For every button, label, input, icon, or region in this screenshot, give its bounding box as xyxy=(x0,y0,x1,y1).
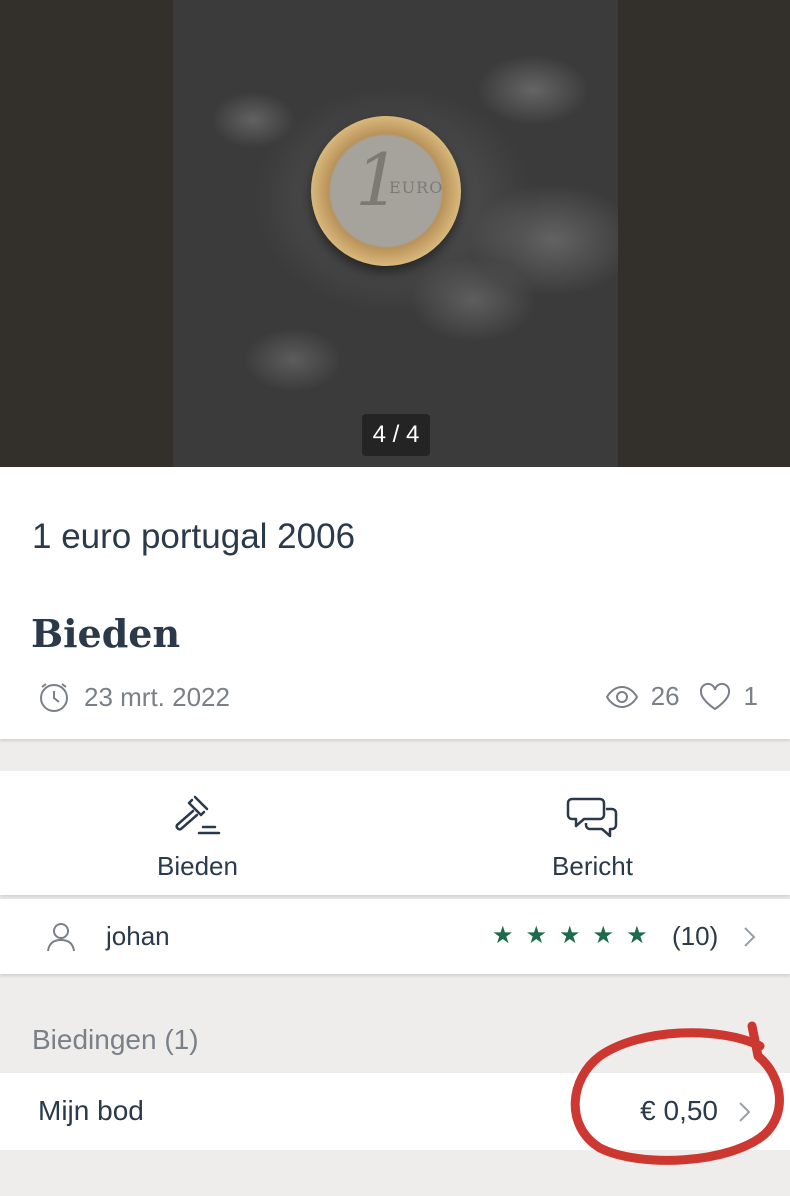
seller-row[interactable]: johan ★★★★★ (10) xyxy=(0,899,790,974)
seller-name: johan xyxy=(106,921,170,951)
listing-header: 1 euro portugal 2006 Bieden 23 mrt. 2022… xyxy=(0,467,790,739)
listing-photo[interactable]: 1 EURO xyxy=(173,0,618,467)
bid-button[interactable]: Bieden xyxy=(0,771,395,895)
action-bar: Bieden Bericht xyxy=(0,771,790,895)
my-bid-row[interactable]: Mijn bod € 0,50 xyxy=(0,1073,790,1150)
message-button-label: Bericht xyxy=(552,851,633,881)
listing-title: 1 euro portugal 2006 xyxy=(32,517,356,556)
chevron-right-icon xyxy=(744,927,756,947)
image-gallery[interactable]: 1 EURO 4 / 4 xyxy=(0,0,790,467)
listing-stats: 26 1 xyxy=(605,681,758,712)
heart-icon[interactable] xyxy=(698,682,732,712)
favorites-count: 1 xyxy=(743,681,758,711)
user-icon xyxy=(47,923,75,952)
listing-date: 23 mrt. 2022 xyxy=(38,681,230,713)
chevron-right-icon xyxy=(739,1102,751,1122)
coin-image: 1 EURO xyxy=(311,116,461,266)
bid-button-label: Bieden xyxy=(157,851,238,881)
image-counter: 4 / 4 xyxy=(362,414,430,456)
views-count: 26 xyxy=(650,681,680,711)
eye-icon xyxy=(605,685,638,708)
chat-icon xyxy=(566,797,617,838)
bids-section-title: Biedingen (1) xyxy=(32,1024,199,1055)
rating-count: (10) xyxy=(672,921,719,951)
gavel-icon xyxy=(174,795,220,835)
my-bid-value: € 0,50 xyxy=(640,1095,718,1126)
rating-stars: ★★★★★ xyxy=(492,922,660,949)
message-button[interactable]: Bericht xyxy=(395,771,790,895)
date-text: 23 mrt. 2022 xyxy=(84,681,230,712)
price-type: Bieden xyxy=(31,611,181,656)
clock-icon xyxy=(40,683,68,712)
my-bid-label: Mijn bod xyxy=(38,1095,144,1126)
